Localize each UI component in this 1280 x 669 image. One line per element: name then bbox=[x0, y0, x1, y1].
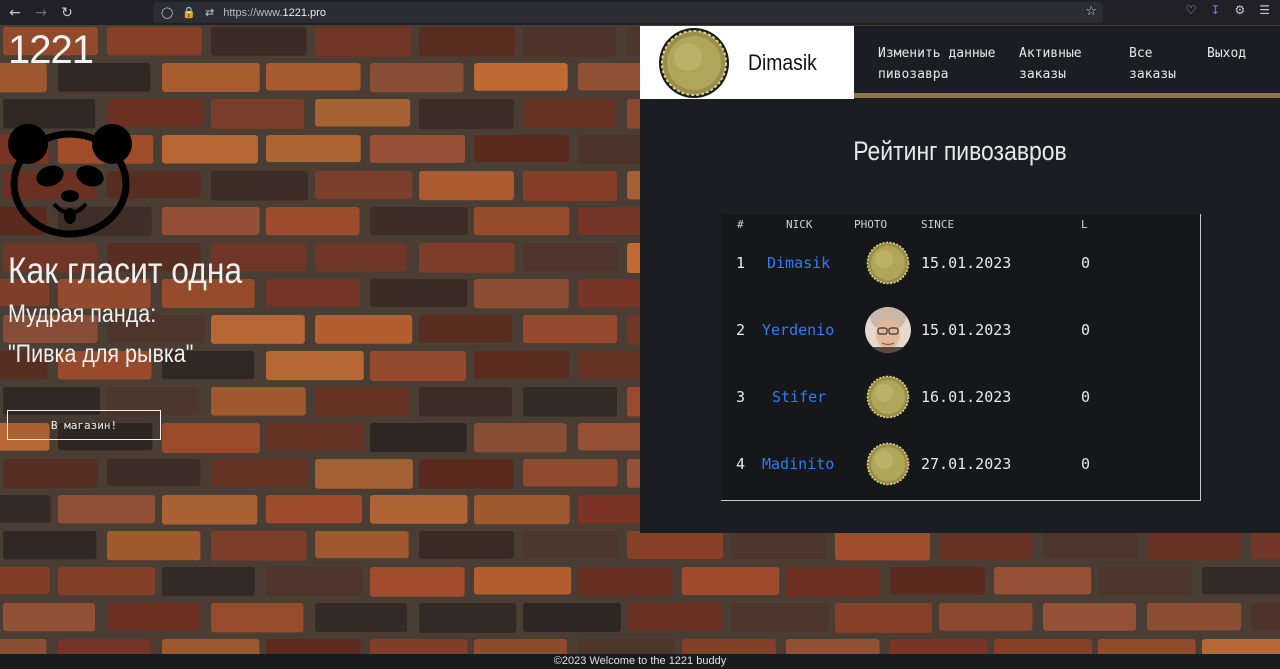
rating-panel: Dimasik Изменить данные пивозавра Активн… bbox=[640, 26, 1280, 533]
extension-icon[interactable]: ⚙ bbox=[1234, 3, 1245, 17]
table-row: 1 Dimasik 15.01.2023 0 bbox=[721, 232, 1200, 294]
rank-cell: 1 bbox=[736, 254, 746, 272]
rank-cell: 4 bbox=[736, 455, 746, 473]
nav-edit-profile[interactable]: Изменить данные пивозавра bbox=[878, 43, 1019, 85]
permissions-icon[interactable]: ⇄ bbox=[205, 6, 214, 19]
l-cell: 0 bbox=[1081, 455, 1091, 473]
rating-table: # NICK PHOTO SINCE L 1 Dimasik 15.01.2023 0… bbox=[721, 214, 1201, 501]
since-cell: 16.01.2023 bbox=[921, 388, 1012, 406]
bottle-cap-photo bbox=[865, 374, 911, 420]
since-cell: 15.01.2023 bbox=[921, 321, 1012, 339]
quote-line-3: "Пивка для рывка" bbox=[8, 340, 194, 368]
l-cell: 0 bbox=[1081, 254, 1091, 272]
table-row: 3 Stifer 16.01.2023 0 bbox=[721, 366, 1200, 428]
table-row: 4 Madinito 27.01.2023 0 bbox=[721, 433, 1200, 495]
column-header-l: L bbox=[1081, 218, 1088, 231]
nav-active-orders[interactable]: Активные заказы bbox=[1019, 43, 1129, 85]
url-text[interactable]: https://www.1221.pro bbox=[223, 7, 326, 19]
bottle-cap-photo bbox=[865, 240, 911, 286]
pocket-icon[interactable]: ♡ bbox=[1186, 3, 1197, 17]
nav-logout[interactable]: Выход bbox=[1207, 43, 1246, 85]
rating-title: Рейтинг пивозавров bbox=[853, 136, 1067, 166]
shop-button[interactable]: В магазин! bbox=[7, 410, 161, 440]
since-cell: 15.01.2023 bbox=[921, 254, 1012, 272]
forward-icon[interactable]: → bbox=[30, 2, 52, 24]
profile-username[interactable]: Dimasik bbox=[748, 50, 817, 76]
accent-line bbox=[854, 93, 1280, 98]
column-header-photo: PHOTO bbox=[854, 218, 888, 231]
table-row: 2 Yerdenio 15.01.2023 0 bbox=[721, 299, 1200, 361]
menu-icon[interactable]: ☰ bbox=[1259, 3, 1270, 17]
star-icon[interactable]: ☆ bbox=[1085, 4, 1097, 19]
nav-all-orders[interactable]: Все заказы bbox=[1129, 43, 1207, 85]
lock-icon[interactable]: 🔒 bbox=[182, 6, 196, 19]
nick-link[interactable]: Madinito bbox=[762, 455, 834, 473]
reload-icon[interactable]: ↻ bbox=[56, 2, 78, 24]
footer: ©2023 Welcome to the 1221 buddy bbox=[0, 654, 1280, 669]
shield-icon[interactable]: ◯ bbox=[161, 6, 173, 19]
column-header-rank: # bbox=[737, 218, 744, 231]
column-header-since: SINCE bbox=[921, 218, 955, 231]
bottle-cap-photo bbox=[865, 441, 911, 487]
l-cell: 0 bbox=[1081, 321, 1091, 339]
rank-cell: 3 bbox=[736, 388, 746, 406]
quote-line-2: Мудрая панда: bbox=[8, 300, 157, 328]
address-bar[interactable]: ◯ 🔒 ⇄ https://www.1221.pro ☆ bbox=[153, 2, 1103, 23]
l-cell: 0 bbox=[1081, 388, 1091, 406]
download-icon[interactable]: ↧ bbox=[1210, 3, 1220, 17]
top-navigation: Изменить данные пивозавра Активные заказ… bbox=[878, 43, 1246, 85]
rank-cell: 2 bbox=[736, 321, 746, 339]
column-header-nick: NICK bbox=[786, 218, 813, 231]
nick-link[interactable]: Dimasik bbox=[767, 254, 830, 272]
panda-icon bbox=[8, 124, 132, 238]
quote-line-1: Как гласит одна bbox=[8, 250, 243, 291]
bottle-cap-avatar bbox=[659, 27, 729, 98]
browser-toolbar: ← → ↻ ◯ 🔒 ⇄ https://www.1221.pro ☆ ♡ ↧ ⚙… bbox=[0, 0, 1280, 25]
user-photo bbox=[865, 307, 911, 353]
nick-link[interactable]: Yerdenio bbox=[762, 321, 834, 339]
back-icon[interactable]: ← bbox=[4, 2, 26, 24]
nick-link[interactable]: Stifer bbox=[772, 388, 826, 406]
profile-card[interactable]: Dimasik bbox=[640, 26, 854, 99]
site-logo[interactable]: 1221 bbox=[8, 28, 94, 73]
since-cell: 27.01.2023 bbox=[921, 455, 1012, 473]
